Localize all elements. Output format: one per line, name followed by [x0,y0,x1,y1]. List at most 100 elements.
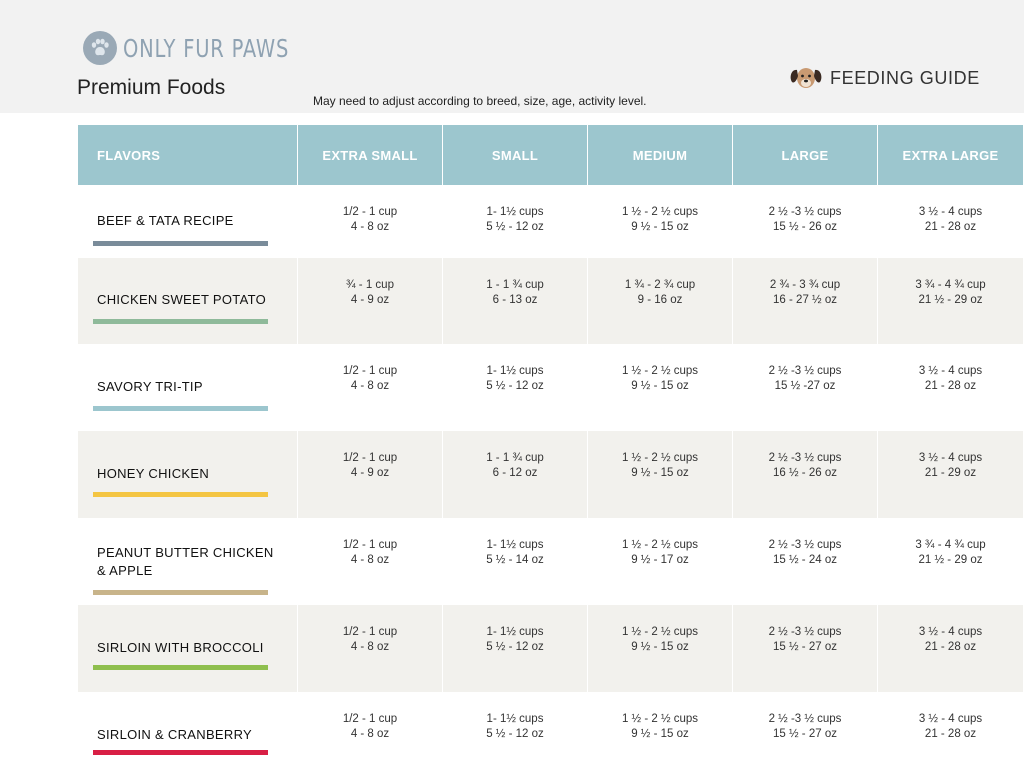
flavor-name: SIRLOIN WITH BROCCOLI [97,640,264,655]
table-row: SIRLOIN WITH BROCCOLI 1/2 - 1 cup 4 - 8 oz… [78,605,1024,692]
col-extra-small: EXTRA SMALL [298,125,443,185]
portion-cell: 1- 1½ cups 5 ½ - 12 oz [443,692,588,768]
flavor-color-bar [93,750,268,755]
portion-cell: 1 ½ - 2 ½ cups 9 ½ - 17 oz [588,518,733,605]
portion-cell: 2 ½ -3 ½ cups 16 ½ - 26 oz [733,431,878,518]
portion-cell: 1 ½ - 2 ½ cups 9 ½ - 15 oz [588,692,733,768]
col-large: LARGE [733,125,878,185]
portion-line: 4 - 8 oz [350,221,390,233]
portion-line: 2 ½ -3 ½ cups [768,626,842,638]
portion-line: 21 - 28 oz [924,380,977,392]
feeding-guide-title: FEEDING GUIDE [830,67,980,88]
portion-cell: 1- 1½ cups 5 ½ - 12 oz [443,344,588,431]
portion-cell: 1 - 1 ¾ cup 6 - 13 oz [443,258,588,344]
portion-value: 3 ½ - 4 cups 21 - 28 oz [878,712,1023,742]
portion-value: 1- 1½ cups 5 ½ - 14 oz [443,538,587,568]
flavor-color-bar [93,406,268,411]
portion-line: 9 ½ - 15 oz [631,380,689,392]
portion-line: 1/2 - 1 cup [342,713,398,725]
portion-value: 1/2 - 1 cup 4 - 8 oz [298,205,442,235]
portion-line: 4 - 8 oz [350,554,390,566]
page-title: Premium Foods [77,76,226,99]
portion-cell: 1 ¾ - 2 ¾ cup 9 - 16 oz [588,258,733,344]
portion-value: 2 ¾ - 3 ¾ cup 16 - 27 ½ oz [733,278,877,308]
portion-cell: 2 ½ -3 ½ cups 15 ½ - 27 oz [733,692,878,768]
portion-line: 4 - 9 oz [350,294,390,306]
portion-line: 15 ½ - 26 oz [773,221,837,233]
portion-line: 1/2 - 1 cup [342,452,398,464]
portion-line: 3 ½ - 4 cups [918,713,983,725]
portion-value: 1- 1½ cups 5 ½ - 12 oz [443,364,587,394]
portion-value: 3 ½ - 4 cups 21 - 28 oz [878,364,1023,394]
portion-cell: 1- 1½ cups 5 ½ - 14 oz [443,518,588,605]
portion-value: 1/2 - 1 cup 4 - 8 oz [298,625,442,655]
portion-line: 21 - 28 oz [924,728,977,740]
portion-value: 1 ½ - 2 ½ cups 9 ½ - 15 oz [588,205,732,235]
table-row: CHICKEN SWEET POTATO ¾ - 1 cup 4 - 9 oz 1 -… [78,258,1024,344]
portion-line: 16 ½ - 26 oz [773,467,837,479]
portion-value: 1 ½ - 2 ½ cups 9 ½ - 15 oz [588,451,732,481]
portion-cell: 1/2 - 1 cup 4 - 8 oz [298,518,443,605]
portion-line: 15 ½ - 27 oz [773,641,837,653]
portion-line: 2 ¾ - 3 ¾ cup [769,279,841,291]
brand-logo: ONLY FUR PAWS [83,31,336,65]
portion-value: 3 ½ - 4 cups 21 - 28 oz [878,205,1023,235]
col-medium: MEDIUM [588,125,733,185]
portion-value: 1/2 - 1 cup 4 - 9 oz [298,451,442,481]
portion-value: 1 ½ - 2 ½ cups 9 ½ - 17 oz [588,538,732,568]
portion-line: 2 ½ -3 ½ cups [768,452,842,464]
portion-line: 21 ½ - 29 oz [918,554,983,566]
flavor-cell: SIRLOIN WITH BROCCOLI [78,605,298,692]
portion-line: 9 ½ - 15 oz [631,467,689,479]
portion-line: 4 - 8 oz [350,380,390,392]
portion-line: 1 ¾ - 2 ¾ cup [624,279,696,291]
portion-cell: 1/2 - 1 cup 4 - 8 oz [298,185,443,258]
portion-cell: 1- 1½ cups 5 ½ - 12 oz [443,605,588,692]
portion-value: 1 ½ - 2 ½ cups 9 ½ - 15 oz [588,712,732,742]
portion-line: 1 - 1 ¾ cup [486,279,544,291]
flavor-cell: SIRLOIN & CRANBERRY [78,692,298,768]
portion-value: 1/2 - 1 cup 4 - 8 oz [298,712,442,742]
flavor-cell: HONEY CHICKEN [78,431,298,518]
portion-line: 2 ½ -3 ½ cups [768,713,842,725]
table-row: SIRLOIN & CRANBERRY 1/2 - 1 cup 4 - 8 oz 1-… [78,692,1024,768]
col-small: SMALL [443,125,588,185]
portion-line: 1- 1½ cups [486,365,544,377]
portion-line: 21 - 28 oz [924,641,977,653]
col-extra-large: EXTRA LARGE [878,125,1023,185]
portion-line: 1 ½ - 2 ½ cups [621,365,699,377]
portion-cell: 2 ½ -3 ½ cups 15 ½ - 26 oz [733,185,878,258]
portion-line: 3 ¾ - 4 ¾ cup [915,539,986,551]
portion-line: 5 ½ - 14 oz [486,554,544,566]
portion-line: 5 ½ - 12 oz [486,641,544,653]
portion-line: 21 ½ - 29 oz [918,294,983,306]
portion-line: 1 ½ - 2 ½ cups [621,206,699,218]
portion-line: ¾ - 1 cup [346,279,394,291]
flavor-name: SIRLOIN & CRANBERRY [97,727,252,742]
portion-cell: 2 ¾ - 3 ¾ cup 16 - 27 ½ oz [733,258,878,344]
flavor-name: PEANUT BUTTER CHICKEN & APPLE [97,544,274,580]
portion-line: 1- 1½ cups [486,713,544,725]
portion-cell: 1 ½ - 2 ½ cups 9 ½ - 15 oz [588,344,733,431]
portion-value: ¾ - 1 cup 4 - 9 oz [298,278,442,308]
portion-cell: 1/2 - 1 cup 4 - 8 oz [298,344,443,431]
portion-line: 1/2 - 1 cup [342,539,398,551]
portion-line: 1 ½ - 2 ½ cups [621,452,699,464]
portion-value: 1- 1½ cups 5 ½ - 12 oz [443,625,587,655]
flavor-color-bar [93,241,268,246]
portion-cell: 2 ½ -3 ½ cups 15 ½ - 27 oz [733,605,878,692]
portion-value: 1- 1½ cups 5 ½ - 12 oz [443,205,587,235]
portion-value: 3 ¾ - 4 ¾ cup 21 ½ - 29 oz [878,538,1023,568]
portion-cell: 3 ½ - 4 cups 21 - 28 oz [878,185,1023,258]
table-row: SAVORY TRI-TIP 1/2 - 1 cup 4 - 8 oz 1- 1½ c… [78,344,1024,431]
portion-cell: 1 ½ - 2 ½ cups 9 ½ - 15 oz [588,431,733,518]
portion-value: 2 ½ -3 ½ cups 15 ½ - 27 oz [733,625,877,655]
portion-value: 1 - 1 ¾ cup 6 - 12 oz [443,451,587,481]
flavor-color-bar [93,492,268,497]
table-row: BEEF & TATA RECIPE 1/2 - 1 cup 4 - 8 oz 1- … [78,185,1024,258]
portion-line: 2 ½ -3 ½ cups [768,206,842,218]
portion-line: 15 ½ - 27 oz [773,728,837,740]
portion-line: 4 - 9 oz [350,467,390,479]
portion-line: 2 ½ -3 ½ cups [768,539,842,551]
portion-line: 6 - 13 oz [492,294,538,306]
